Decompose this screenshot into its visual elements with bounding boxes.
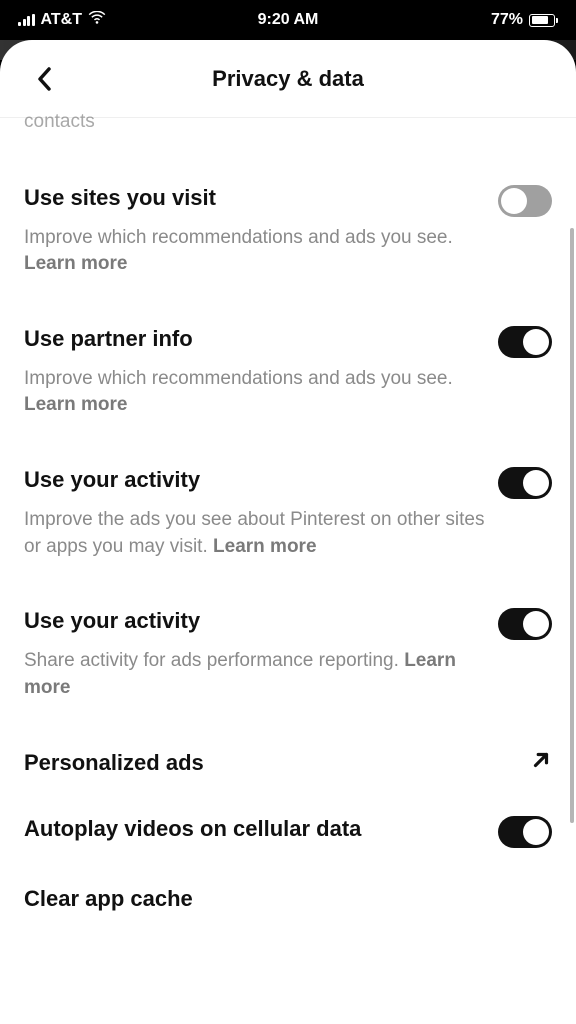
scrollbar[interactable] bbox=[570, 228, 574, 823]
battery-icon bbox=[529, 14, 558, 27]
toggle-your-activity-1[interactable] bbox=[498, 467, 552, 499]
setting-title: Autoplay videos on cellular data bbox=[24, 816, 361, 842]
learn-more-link[interactable]: Learn more bbox=[213, 536, 316, 557]
chevron-left-icon bbox=[37, 67, 51, 91]
setting-use-sites: Use sites you visit Improve which recomm… bbox=[24, 185, 552, 278]
setting-title: Personalized ads bbox=[24, 750, 204, 776]
truncated-prev-setting: contacts bbox=[24, 110, 552, 135]
toggle-your-activity-2[interactable] bbox=[498, 608, 552, 640]
setting-description: Improve the ads you see about Pinterest … bbox=[24, 507, 552, 560]
setting-title: Use partner info bbox=[24, 326, 193, 352]
page-header: Privacy & data bbox=[0, 40, 576, 118]
setting-title: Clear app cache bbox=[24, 886, 193, 912]
setting-description: Improve which recommendations and ads yo… bbox=[24, 225, 552, 278]
cellular-signal-icon bbox=[18, 14, 35, 26]
setting-autoplay: Autoplay videos on cellular data bbox=[24, 816, 552, 848]
carrier-label: AT&T bbox=[41, 11, 82, 29]
arrow-up-right-icon bbox=[530, 749, 552, 776]
back-button[interactable] bbox=[28, 63, 60, 95]
setting-your-activity-1: Use your activity Improve the ads you se… bbox=[24, 467, 552, 560]
setting-description: Share activity for ads performance repor… bbox=[24, 648, 552, 701]
page-container: Privacy & data contacts Use sites you vi… bbox=[0, 40, 576, 1024]
page-title: Privacy & data bbox=[212, 66, 364, 92]
clock-time: 9:20 AM bbox=[258, 11, 319, 29]
setting-title: Use your activity bbox=[24, 608, 200, 634]
wifi-icon bbox=[88, 11, 106, 30]
clear-app-cache-button[interactable]: Clear app cache bbox=[24, 886, 552, 912]
setting-title: Use your activity bbox=[24, 467, 200, 493]
setting-description: Improve which recommendations and ads yo… bbox=[24, 366, 552, 419]
setting-title: Use sites you visit bbox=[24, 185, 216, 211]
settings-content[interactable]: contacts Use sites you visit Improve whi… bbox=[0, 110, 576, 912]
learn-more-link[interactable]: Learn more bbox=[24, 394, 127, 415]
toggle-autoplay[interactable] bbox=[498, 816, 552, 848]
learn-more-link[interactable]: Learn more bbox=[24, 253, 127, 274]
status-bar: AT&T 9:20 AM 77% bbox=[0, 0, 576, 40]
personalized-ads-link[interactable]: Personalized ads bbox=[24, 749, 552, 776]
toggle-use-sites[interactable] bbox=[498, 185, 552, 217]
setting-partner-info: Use partner info Improve which recommend… bbox=[24, 326, 552, 419]
toggle-partner-info[interactable] bbox=[498, 326, 552, 358]
battery-percent: 77% bbox=[491, 11, 523, 29]
setting-your-activity-2: Use your activity Share activity for ads… bbox=[24, 608, 552, 701]
